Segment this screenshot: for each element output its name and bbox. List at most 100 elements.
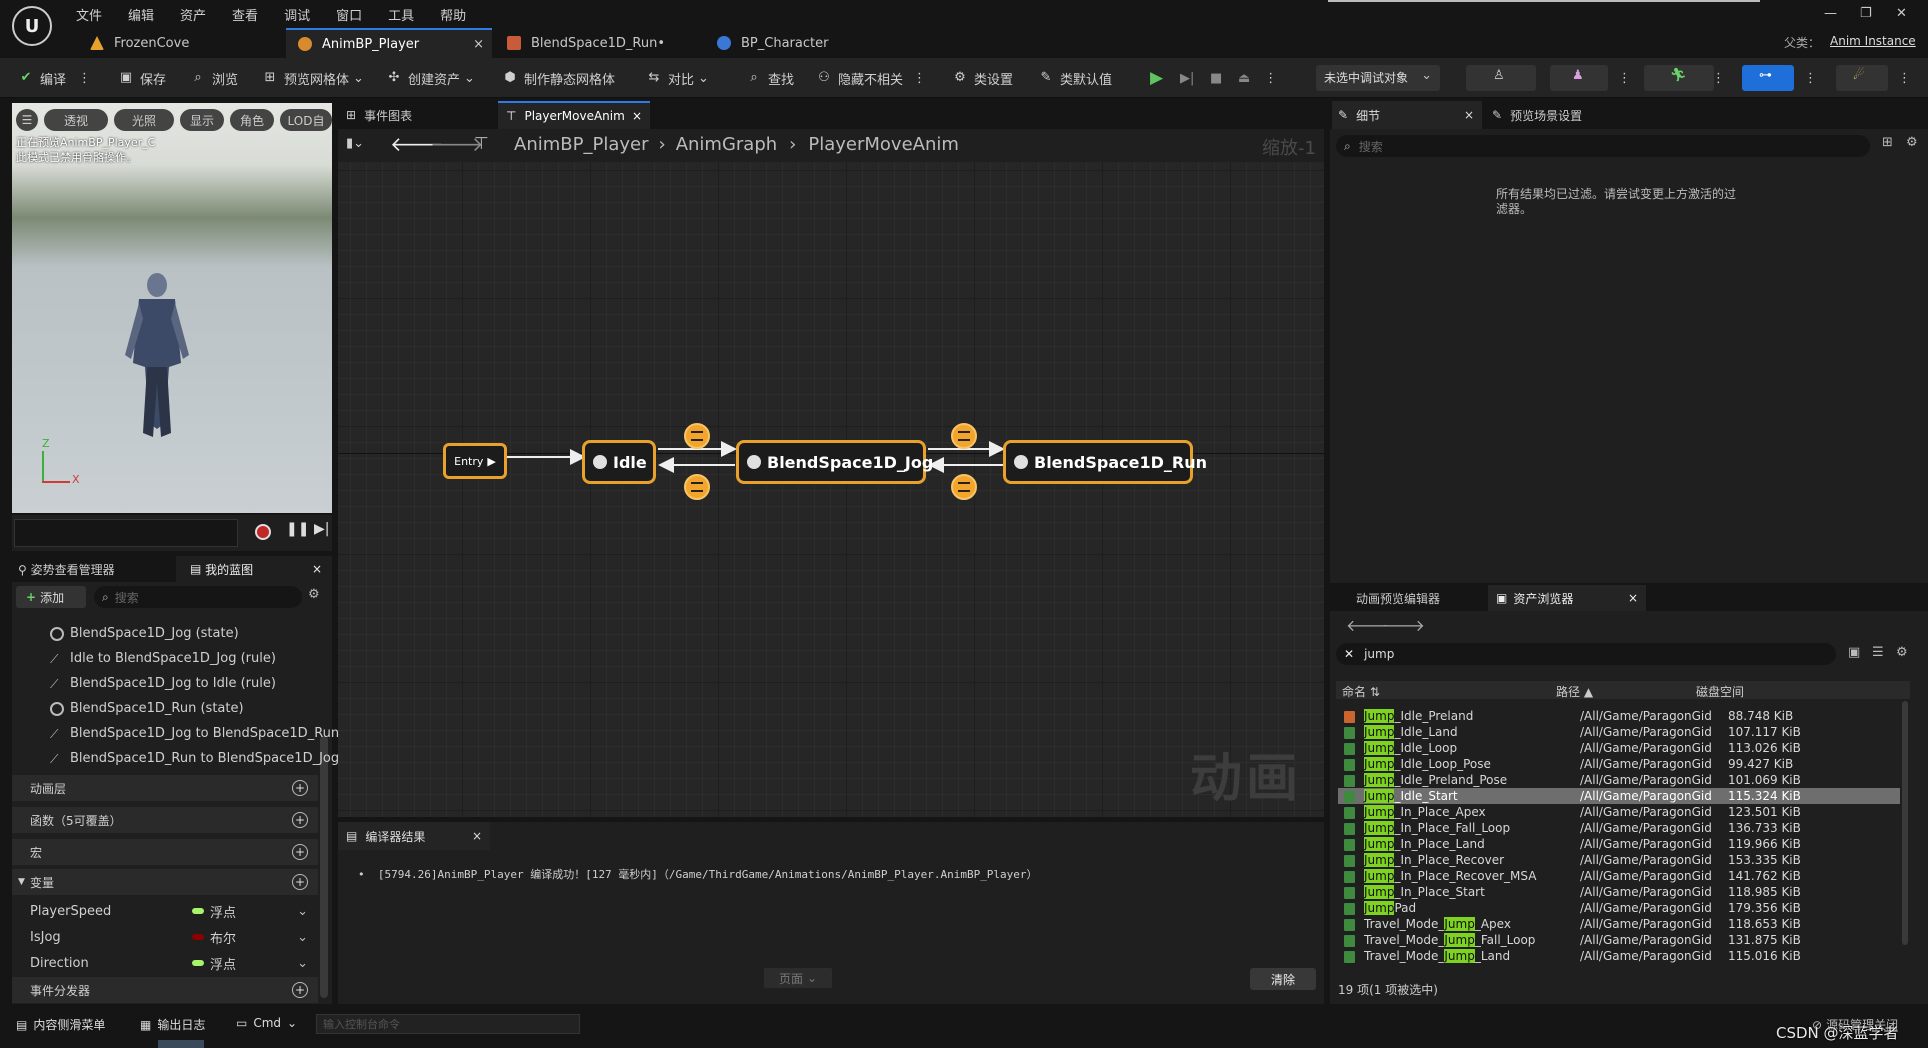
add-icon[interactable]: + — [292, 780, 308, 796]
more-icon[interactable]: ⋮ — [1618, 67, 1631, 89]
asset-row[interactable]: Jump_Idle_Loop/All/Game/ParagonGid 113.02… — [1338, 740, 1900, 756]
add-icon[interactable]: + — [292, 844, 308, 860]
lighting-button[interactable]: 光照 — [114, 109, 174, 131]
tree-item[interactable]: ⟋ BlendSpace1D_Jog to BlendSpace1D_Run — [50, 726, 339, 741]
menu-item[interactable]: 查看 — [232, 5, 258, 24]
menu-item[interactable]: 工具 — [388, 5, 414, 24]
menu-item[interactable]: 帮助 — [440, 5, 466, 24]
unreal-logo[interactable]: U — [12, 6, 52, 46]
folder-icon[interactable]: ▣ — [1848, 645, 1860, 660]
asset-row[interactable]: Jump_In_Place_Start/All/Game/ParagonGid 1… — [1338, 884, 1900, 900]
chevron-down-icon[interactable]: ⌄ — [297, 956, 308, 971]
variable-row[interactable]: Direction 浮点 ⌄ — [12, 950, 318, 976]
save-button[interactable]: ▣ 保存 — [118, 67, 166, 89]
play-button[interactable]: ▶ — [1150, 67, 1163, 89]
col-name-header[interactable]: 命名 ⇅ — [1342, 683, 1380, 700]
tab-my-blueprint[interactable]: ▤ 我的蓝图 × — [176, 556, 332, 582]
asset-row[interactable]: Jump_In_Place_Recover/All/Game/ParagonGi… — [1338, 852, 1900, 868]
find-button[interactable]: ⌕ 查找 — [746, 67, 794, 89]
state-node-jog[interactable]: BlendSpace1D_Jog — [736, 440, 933, 484]
breadcrumb-item[interactable]: AnimGraph — [676, 134, 777, 155]
stop-button[interactable]: ■ — [1210, 67, 1222, 89]
state-node-idle[interactable]: Idle — [582, 440, 656, 484]
settings-gear-icon[interactable]: ⚙ — [308, 587, 320, 602]
forward-arrow-icon[interactable]: 🡒 — [1382, 615, 1425, 635]
asset-row[interactable]: Travel_Mode_Jump_Apex/All/Game/ParagonGi… — [1338, 916, 1900, 932]
step-forward-icon[interactable]: ▶| — [314, 521, 329, 537]
character-button[interactable]: 角色 — [230, 109, 274, 131]
add-icon[interactable]: + — [292, 812, 308, 828]
col-size-header[interactable]: 磁盘空间 — [1696, 683, 1744, 700]
add-icon[interactable]: + — [292, 982, 308, 998]
clear-button[interactable]: 清除 — [1250, 968, 1316, 990]
tab-frozencove[interactable]: FrozenCove — [78, 28, 283, 58]
console-input[interactable]: 输入控制台命令 — [316, 1014, 580, 1034]
asset-row[interactable]: Jump_Idle_Preland/All/Game/ParagonGid 88.… — [1338, 708, 1900, 724]
tab-bp-character[interactable]: BP_Character — [705, 28, 910, 58]
more-icon[interactable]: ⋮ — [913, 71, 926, 86]
close-tab-icon[interactable]: × — [632, 109, 642, 123]
show-button[interactable]: 显示 — [180, 109, 224, 131]
tab-player-move-anim[interactable]: ⊤ PlayerMoveAnim × — [498, 101, 650, 129]
tree-item[interactable]: ⟋ BlendSpace1D_Jog to Idle (rule) — [50, 676, 276, 691]
tab-anim-preview-editor[interactable]: 动画预览编辑器 — [1340, 585, 1440, 611]
tree-item[interactable]: BlendSpace1D_Run (state) — [50, 701, 244, 716]
output-log-button[interactable]: ▦ 输出日志 — [140, 1016, 205, 1033]
close-tab-icon[interactable]: × — [1464, 108, 1474, 122]
mode-animation-button[interactable]: 🏃︎ — [1644, 65, 1714, 91]
more-icon[interactable]: ⋮ — [1804, 67, 1817, 89]
parent-class-link[interactable]: Anim Instance — [1830, 34, 1916, 48]
bookmark-icon[interactable]: ▮⌄ — [346, 136, 364, 151]
settings-gear-icon[interactable]: ⚙ — [1896, 645, 1908, 660]
asset-row[interactable]: Jump_Idle_Land/All/Game/ParagonGid 107.11… — [1338, 724, 1900, 740]
variable-type[interactable]: 浮点 — [210, 954, 236, 973]
page-dropdown[interactable]: 页面 ⌄ — [764, 968, 832, 988]
hide-unrelated-button[interactable]: ⚇ 隐藏不相关 ⋮ — [816, 67, 926, 89]
record-icon[interactable] — [255, 524, 271, 540]
create-asset-dropdown[interactable]: ✣ 创建资产 ⌄ — [386, 67, 475, 89]
tab-animbp-player[interactable]: AnimBP_Player × — [286, 28, 492, 58]
tab-compiler-results[interactable]: ▤ 编译器结果 × — [338, 822, 490, 850]
more-icon[interactable]: ⋮ — [78, 71, 91, 86]
scrollbar[interactable] — [1902, 701, 1908, 945]
class-defaults-button[interactable]: ✎ 类默认值 — [1038, 67, 1112, 89]
timeline-scrubber[interactable] — [14, 519, 238, 547]
variable-type[interactable]: 浮点 — [210, 902, 236, 921]
mode-physics-button[interactable]: ☄ — [1836, 65, 1888, 91]
mode-mesh-button[interactable]: ♟ — [1550, 65, 1608, 91]
tree-item[interactable]: ⟋ Idle to BlendSpace1D_Jog (rule) — [50, 651, 276, 666]
clear-search-icon[interactable]: ✕ — [1344, 647, 1354, 661]
close-tab-icon[interactable]: × — [312, 562, 322, 576]
tab-pose-watch[interactable]: ⚲ 姿势查看管理器 — [18, 561, 115, 578]
more-icon[interactable]: ⋮ — [1264, 71, 1277, 86]
transition-rule-icon[interactable] — [951, 423, 977, 449]
perspective-button[interactable]: 透视 — [44, 109, 108, 131]
diff-dropdown[interactable]: ⇆ 对比 ⌄ — [646, 67, 709, 89]
minimize-button[interactable]: — — [1824, 6, 1837, 21]
content-drawer-button[interactable]: ▤ 内容侧滑菜单 — [16, 1016, 105, 1033]
asset-row[interactable]: Jump_Idle_Preland_Pose/All/Game/ParagonG… — [1338, 772, 1900, 788]
tree-item[interactable]: BlendSpace1D_Jog (state) — [50, 626, 239, 641]
asset-row[interactable]: Jump_Idle_Loop_Pose/All/Game/ParagonGid 9… — [1338, 756, 1900, 772]
close-tab-icon[interactable]: × — [472, 829, 482, 843]
close-window-button[interactable]: ✕ — [1896, 6, 1907, 21]
preview-viewport[interactable]: ☰ 透视 光照 显示 角色 LOD自 正在预览AnimBP_Player_C 此… — [12, 103, 332, 513]
asset-row[interactable]: Jump_In_Place_Land/All/Game/ParagonGid 11… — [1338, 836, 1900, 852]
add-icon[interactable]: + — [292, 874, 308, 890]
breadcrumb-item[interactable]: AnimBP_Player — [514, 134, 648, 155]
more-icon[interactable]: ⋮ — [1898, 67, 1911, 89]
transition-rule-icon[interactable] — [951, 474, 977, 500]
asset-row[interactable]: Jump_Idle_Start/All/Game/ParagonGid 115.3… — [1338, 788, 1900, 804]
cmd-dropdown[interactable]: ▭ Cmd ⌄ — [236, 1016, 297, 1030]
section-macros[interactable]: 宏 + — [12, 839, 318, 865]
transition-rule-icon[interactable] — [684, 423, 710, 449]
step-button[interactable]: ▶| — [1180, 67, 1194, 89]
settings-gear-icon[interactable]: ⚙ — [1906, 135, 1918, 150]
variable-type[interactable]: 布尔 — [210, 928, 236, 947]
more-icon[interactable]: ⋮ — [1712, 67, 1725, 89]
asset-row[interactable]: Jump_In_Place_Recover_MSA/All/Game/Parag… — [1338, 868, 1900, 884]
chevron-down-icon[interactable]: ⌄ — [297, 904, 308, 919]
class-settings-button[interactable]: ⚙ 类设置 — [952, 67, 1013, 89]
mode-skeleton-button[interactable]: ♙ — [1466, 65, 1536, 91]
make-static-mesh-button[interactable]: ⬢ 制作静态网格体 — [502, 67, 615, 89]
